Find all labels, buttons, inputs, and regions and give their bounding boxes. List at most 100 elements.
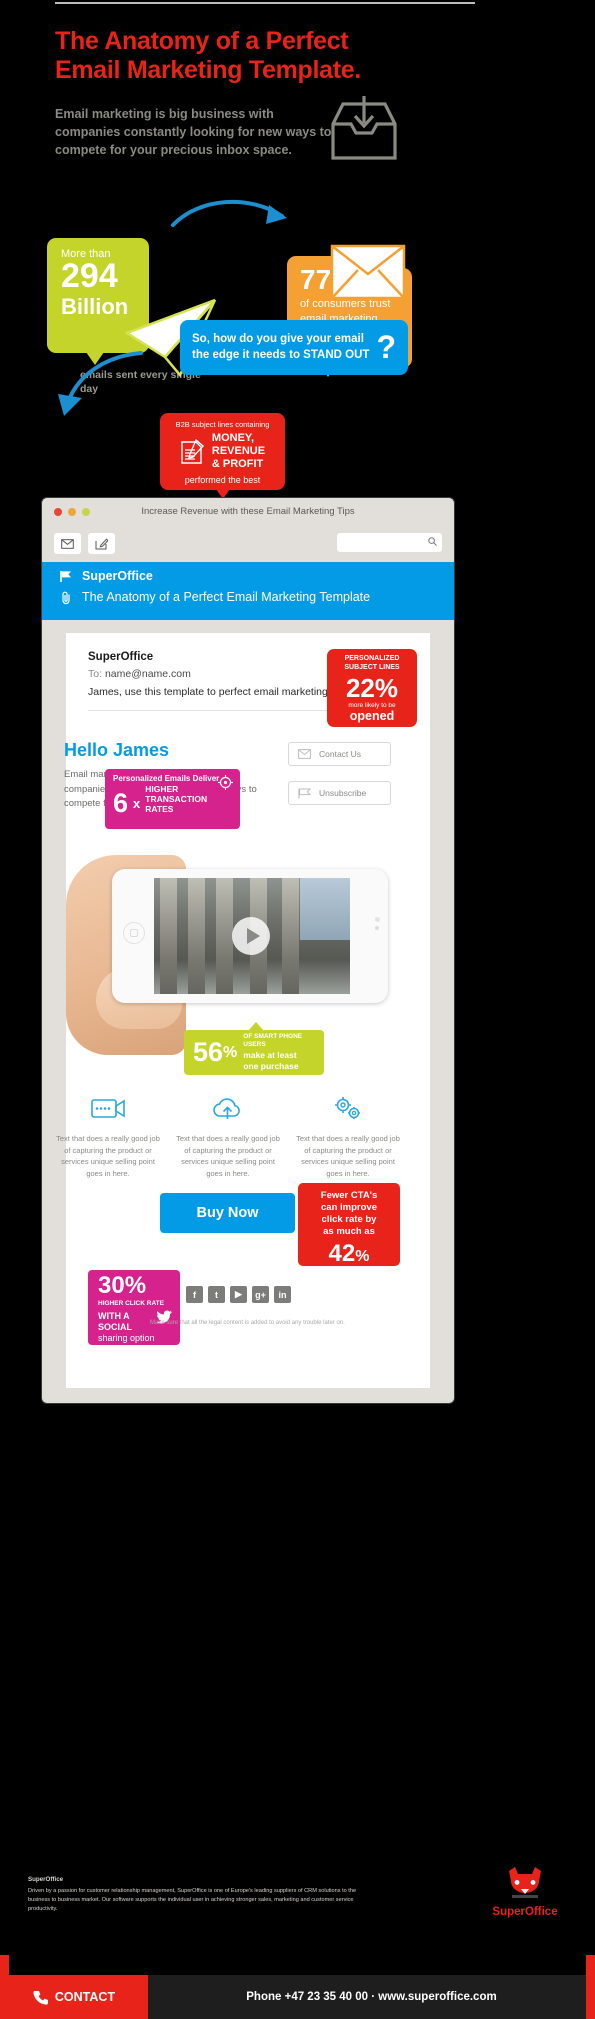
social-links[interactable]: f t ▶ g+ in [186,1286,291,1303]
cta-line-2: can improve [321,1201,377,1213]
buy-now-button[interactable]: Buy Now [160,1193,295,1233]
footer-body: Driven by a passion for customer relatio… [28,1887,357,1912]
envelope-icon [330,244,406,300]
fewer-cta-callout: Fewer CTA's can improve click rate by as… [298,1183,400,1267]
flag-icon [298,788,311,798]
speaker-icon [375,926,379,930]
social-caption: HIGHER CLICK RATE [98,1300,164,1307]
social-line-2: SOCIAL [98,1321,133,1332]
pers-sub: more likely to be [348,701,396,709]
cta-percent: % [355,1247,370,1265]
feature-item: Text that does a really good job of capt… [172,1090,284,1180]
search-input[interactable] [337,533,442,552]
to-address: name@name.com [104,668,191,680]
contact-us-label: Contact Us [319,749,362,759]
flag-icon [60,570,71,582]
feature-item: Text that does a really good job of capt… [292,1090,404,1180]
paperclip-icon [62,591,70,604]
pers-emphasis: opened [349,708,395,723]
target-icon [218,775,233,790]
curved-arrow-right-icon [171,199,287,227]
legal-text: Make sure that all the legal content is … [150,1320,345,1326]
cta-line-1: Fewer CTA's [320,1190,378,1201]
envelope-icon [298,749,311,759]
linkedin-icon[interactable]: in [274,1286,291,1303]
document-pencil-icon [181,439,204,465]
footer-company: SuperOffice [28,1876,64,1883]
magenta-number: 6 [113,787,129,818]
search-icon[interactable] [428,537,437,546]
pers-number: 22% [345,672,399,703]
question-line-1: So, how do you give your email [192,332,364,345]
social-line-3: sharing option [98,1332,155,1343]
gears-icon [292,1090,404,1128]
badge-word-1: MONEY, [211,432,255,444]
badge-bottom-text: performed the best [184,474,261,485]
phone-in-hand-image [66,845,388,1060]
smartphone-number: 56 [193,1037,224,1067]
twitter-icon[interactable]: t [208,1286,225,1303]
cta-line-3: click rate by [321,1213,377,1225]
stand-out-question-box: So, how do you give your email the edge … [180,320,408,375]
fox-mascot-icon [509,1867,541,1898]
social-line-1: WITH A [98,1311,130,1321]
smartphone-line-1: OF SMART PHONE USERS [243,1032,303,1049]
badge-top-text: B2B subject lines containing [175,420,270,429]
feature-text: Text that does a really good job of capt… [56,1134,160,1178]
badge-words: MONEY, REVENUE & PROFIT [212,432,265,471]
cta-line-4: as much as [323,1225,375,1237]
personalized-subject-callout: PERSONALIZED SUBJECT LINES 22% more like… [327,649,417,727]
social-number: 30% [98,1272,147,1299]
contact-info: Phone +47 23 35 40 00 · www.superoffice.… [148,1975,595,2019]
top-divider [55,2,475,4]
film-strip-icon [52,1090,164,1128]
phone-icon [33,1990,48,2005]
feature-text: Text that does a really good job of capt… [176,1134,280,1178]
contact-us-button[interactable]: Contact Us [288,742,391,766]
social-share-callout: 30% HIGHER CLICK RATE WITH A SOCIAL shar… [88,1270,180,1345]
badge-word-2: REVENUE [211,444,266,457]
magenta-words: HIGHER TRANSACTION RATES [145,784,207,817]
pers-line-2: SUBJECT LINES [344,663,400,671]
footer-logo: SuperOffice [477,1865,573,1918]
feature-row: Text that does a really good job of capt… [48,1090,408,1180]
title-line-2: Email Marketing Template. [55,56,362,84]
email-subject: The Anatomy of a Perfect Email Marketing… [82,590,371,604]
badge-word-3: & PROFIT [211,457,264,470]
footer-description: SuperOffice Driven by a passion for cust… [28,1875,358,1914]
green-number: 294 [61,257,118,295]
smartphone-graphic [112,869,388,1003]
cloud-upload-icon [172,1090,284,1128]
page-title: The Anatomy of a Perfect Email Marketing… [55,27,455,85]
camera-icon [375,917,380,922]
contact-label: CONTACT [54,1990,116,2004]
facebook-icon[interactable]: f [186,1286,203,1303]
play-button-icon[interactable] [232,917,270,955]
hero-subtitle: Email marketing is big business with com… [55,107,332,158]
window-titlebar: Increase Revenue with these Email Market… [42,498,454,528]
window-title: Increase Revenue with these Email Market… [141,506,355,517]
feature-item: Text that does a really good job of capt… [52,1090,164,1180]
youtube-icon[interactable]: ▶ [230,1286,247,1303]
unsubscribe-button[interactable]: Unsubscribe [288,781,391,805]
feature-text: Text that does a really good job of capt… [296,1134,400,1178]
email-brand: SuperOffice [82,569,153,583]
infographic-page: The Anatomy of a Perfect Email Marketing… [0,0,595,2019]
inbox-download-icon [331,96,397,160]
googleplus-icon[interactable]: g+ [252,1286,269,1303]
unsubscribe-label: Unsubscribe [319,788,367,798]
magenta-word-3: RATES [145,804,174,815]
smartphone-text: OF SMART PHONE USERS make at least one p… [243,1033,324,1073]
home-button-icon [123,922,145,944]
smartphone-purchase-callout: 56 % OF SMART PHONE USERS make at least … [184,1030,324,1075]
contact-button[interactable]: CONTACT [0,1975,148,2019]
compose-icon[interactable] [88,533,115,554]
pers-line-1: PERSONALIZED [344,655,400,662]
mail-icon[interactable] [54,533,81,554]
subject-lines-badge: B2B subject lines containing MONEY, REVE… [160,413,285,490]
client-toolbar [54,533,115,554]
cta-number: 42 [328,1239,356,1267]
footer-logo-name: SuperOffice [492,1906,558,1918]
magenta-word-1: HIGHER [145,784,179,794]
email-greeting: Hello James [64,740,170,760]
